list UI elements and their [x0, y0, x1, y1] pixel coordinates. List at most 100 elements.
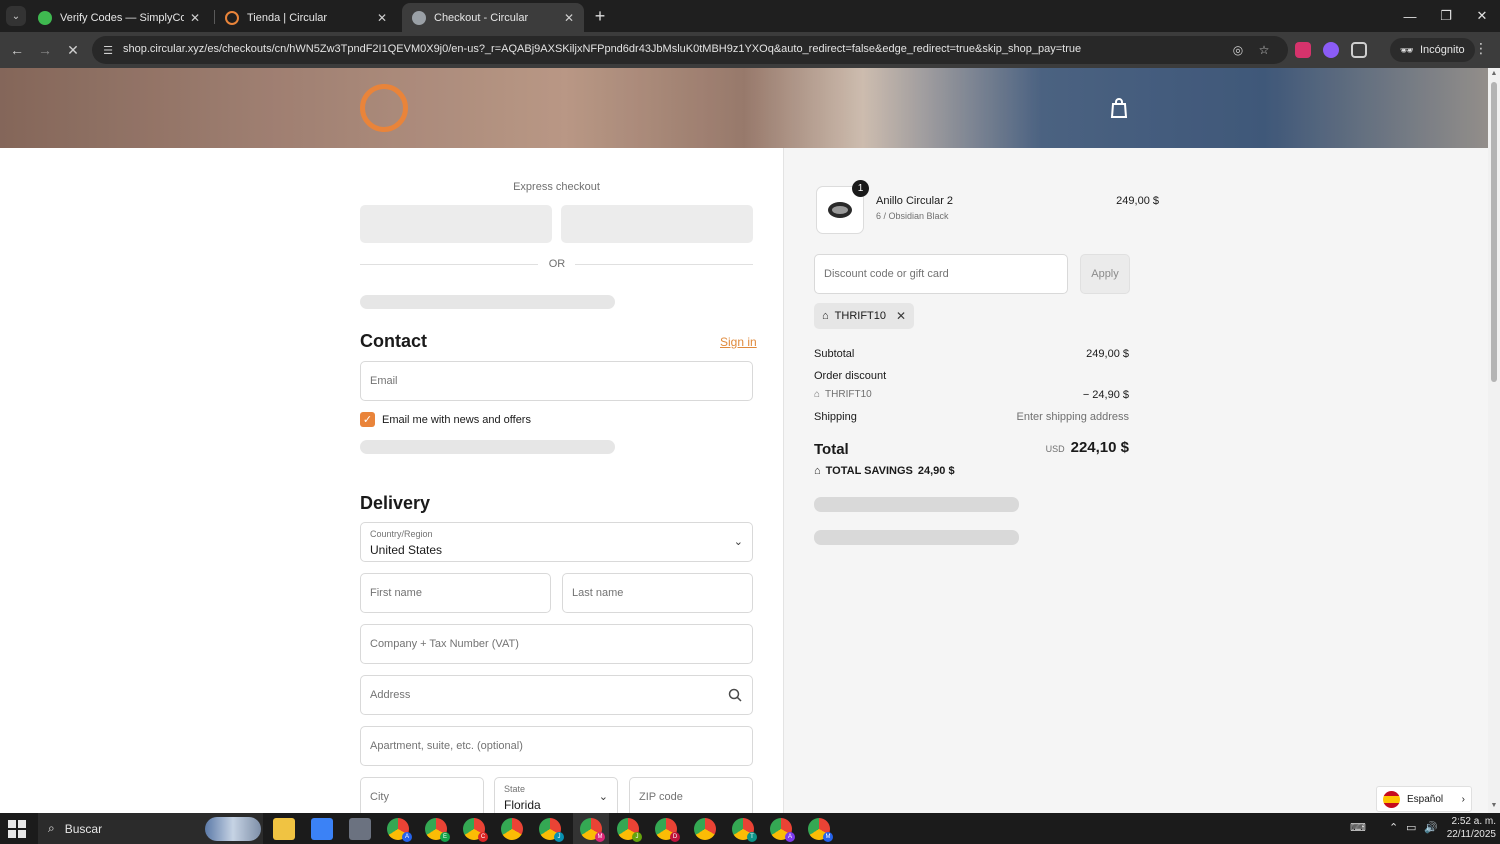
- city-field[interactable]: City: [360, 777, 484, 813]
- scroll-down-icon[interactable]: ▼: [1490, 802, 1498, 810]
- chrome-profile-d-icon[interactable]: D: [655, 818, 680, 842]
- chrome-profile-m-icon[interactable]: M: [580, 818, 605, 842]
- url-text[interactable]: shop.circular.xyz/es/checkouts/cn/hWN5Zw…: [123, 43, 1213, 55]
- search-icon[interactable]: [728, 688, 742, 702]
- close-tab-icon[interactable]: ✕: [377, 11, 387, 25]
- windows-start-icon[interactable]: [8, 820, 26, 838]
- circular-logo[interactable]: [360, 84, 408, 132]
- header-banner: [0, 68, 1488, 148]
- new-tab-icon[interactable]: +: [590, 6, 610, 26]
- order-summary: 1 Anillo Circular 2 6 / Obsidian Black 2…: [783, 148, 1488, 813]
- tag-icon: ⌂: [822, 310, 829, 322]
- remove-discount-icon[interactable]: ✕: [896, 309, 906, 323]
- store-icon[interactable]: [311, 818, 333, 840]
- chrome-profile-j2-icon[interactable]: J: [617, 818, 642, 842]
- keyboard-layout-icon[interactable]: ⌨: [1350, 821, 1366, 834]
- volume-icon[interactable]: 🔊: [1424, 821, 1438, 834]
- chrome-profile-a-icon[interactable]: A: [387, 818, 412, 842]
- chrome-icon[interactable]: [501, 818, 523, 840]
- chrome-profile-e-icon[interactable]: E: [425, 818, 450, 842]
- last-name-placeholder: Last name: [572, 587, 624, 599]
- tab-title: Verify Codes — SimplyCodes: [60, 11, 184, 24]
- tab-title: Tienda | Circular: [247, 11, 328, 24]
- site-info-icon[interactable]: ☰: [100, 42, 116, 58]
- chrome-profile-c-icon[interactable]: C: [463, 818, 488, 842]
- page-scrollbar[interactable]: ▲ ▼: [1488, 68, 1500, 813]
- contact-heading: Contact: [360, 331, 427, 351]
- loading-skeleton: [814, 497, 1019, 512]
- minimize-icon[interactable]: —: [1392, 4, 1428, 28]
- chrome-profile-a2-icon[interactable]: A: [770, 818, 795, 842]
- chrome-incognito-icon[interactable]: [694, 818, 716, 840]
- chrome-profile-j-icon[interactable]: J: [539, 818, 564, 842]
- profile-badge: M: [595, 832, 605, 842]
- calculator-icon[interactable]: [349, 818, 371, 840]
- file-explorer-icon[interactable]: [273, 818, 295, 840]
- express-pay-button-1[interactable]: [360, 205, 552, 243]
- incognito-indicator[interactable]: 🕶 Incógnito: [1390, 38, 1475, 62]
- page-viewport: Express checkout OR Contact Sign in Emai…: [0, 68, 1488, 813]
- stop-loading-icon[interactable]: ✕: [63, 40, 83, 60]
- country-label: Country/Region: [370, 529, 433, 539]
- loading-skeleton: [814, 530, 1019, 545]
- menu-icon[interactable]: ⋮: [1474, 40, 1488, 57]
- express-pay-button-2[interactable]: [561, 205, 753, 243]
- shield-extension-icon[interactable]: [1295, 42, 1311, 58]
- company-placeholder: Company + Tax Number (VAT): [370, 638, 519, 650]
- address-placeholder: Address: [370, 689, 411, 701]
- system-clock[interactable]: 2:52 a. m. 22/11/2025: [1440, 815, 1496, 841]
- state-value: Florida: [504, 798, 541, 812]
- eye-off-icon[interactable]: ◎: [1230, 42, 1246, 58]
- tab-simplycodes[interactable]: Verify Codes — SimplyCodes ✕: [28, 3, 210, 32]
- chrome-profile-t-icon[interactable]: T: [732, 818, 757, 842]
- close-tab-icon[interactable]: ✕: [564, 11, 574, 25]
- tab-checkout-circular[interactable]: Checkout - Circular ✕: [402, 3, 584, 32]
- first-name-field[interactable]: First name: [360, 573, 551, 613]
- state-select[interactable]: State Florida ⌄: [494, 777, 618, 813]
- currency-code: USD: [1045, 444, 1065, 454]
- country-select[interactable]: Country/Region United States ⌄: [360, 522, 753, 562]
- company-field[interactable]: Company + Tax Number (VAT): [360, 624, 753, 664]
- last-name-field[interactable]: Last name: [562, 573, 753, 613]
- tab-tienda-circular[interactable]: Tienda | Circular ✕: [215, 3, 397, 32]
- address-field[interactable]: Address: [360, 675, 753, 715]
- newsletter-checkbox[interactable]: ✓: [360, 412, 375, 427]
- close-tab-icon[interactable]: ✕: [190, 11, 200, 25]
- extension-icon[interactable]: [1323, 42, 1339, 58]
- forward-icon[interactable]: →: [35, 40, 55, 60]
- shopping-bag-icon[interactable]: [1110, 98, 1128, 118]
- zip-field[interactable]: ZIP code: [629, 777, 753, 813]
- address-bar[interactable]: ☰ shop.circular.xyz/es/checkouts/cn/hWN5…: [92, 36, 1288, 64]
- profile-badge: M: [823, 832, 833, 842]
- tab-strip: ⌄ Verify Codes — SimplyCodes ✕ Tienda | …: [0, 0, 1500, 32]
- chrome-profile-m2-icon[interactable]: M: [808, 818, 833, 842]
- or-divider-label: OR: [548, 258, 566, 270]
- checkout-form: Express checkout OR Contact Sign in Emai…: [0, 148, 783, 813]
- tab-search-icon[interactable]: ⌄: [6, 6, 26, 26]
- discount-code-input[interactable]: Discount code or gift card: [814, 254, 1068, 294]
- discount-placeholder: Discount code or gift card: [824, 268, 949, 280]
- apartment-placeholder: Apartment, suite, etc. (optional): [370, 740, 523, 752]
- newsletter-label[interactable]: Email me with news and offers: [382, 414, 531, 426]
- apartment-field[interactable]: Apartment, suite, etc. (optional): [360, 726, 753, 766]
- scroll-thumb[interactable]: [1491, 82, 1497, 382]
- savings-value: 24,90 $: [917, 465, 955, 477]
- discount-value: − 24,90 $: [1082, 389, 1129, 401]
- total-amount: 224,10 $: [1070, 439, 1129, 456]
- clock-time: 2:52 a. m.: [1451, 816, 1496, 827]
- sign-in-link[interactable]: Sign in: [720, 335, 757, 349]
- hidden-icons-chevron-icon[interactable]: ⌃: [1389, 821, 1398, 834]
- apply-button[interactable]: Apply: [1080, 254, 1130, 294]
- restore-icon[interactable]: ❐: [1428, 4, 1464, 28]
- bookmark-star-icon[interactable]: ☆: [1256, 42, 1272, 58]
- city-placeholder: City: [370, 791, 389, 803]
- express-checkout-title: Express checkout: [513, 181, 600, 193]
- profile-badge: J: [554, 832, 564, 842]
- scroll-up-icon[interactable]: ▲: [1490, 70, 1498, 78]
- language-selector[interactable]: Español ›: [1376, 786, 1472, 812]
- email-field[interactable]: Email: [360, 361, 753, 401]
- puzzle-extensions-icon[interactable]: [1351, 42, 1367, 58]
- network-icon[interactable]: ▭: [1406, 821, 1416, 834]
- back-icon[interactable]: ←: [7, 40, 27, 60]
- close-window-icon[interactable]: ✕: [1464, 4, 1500, 28]
